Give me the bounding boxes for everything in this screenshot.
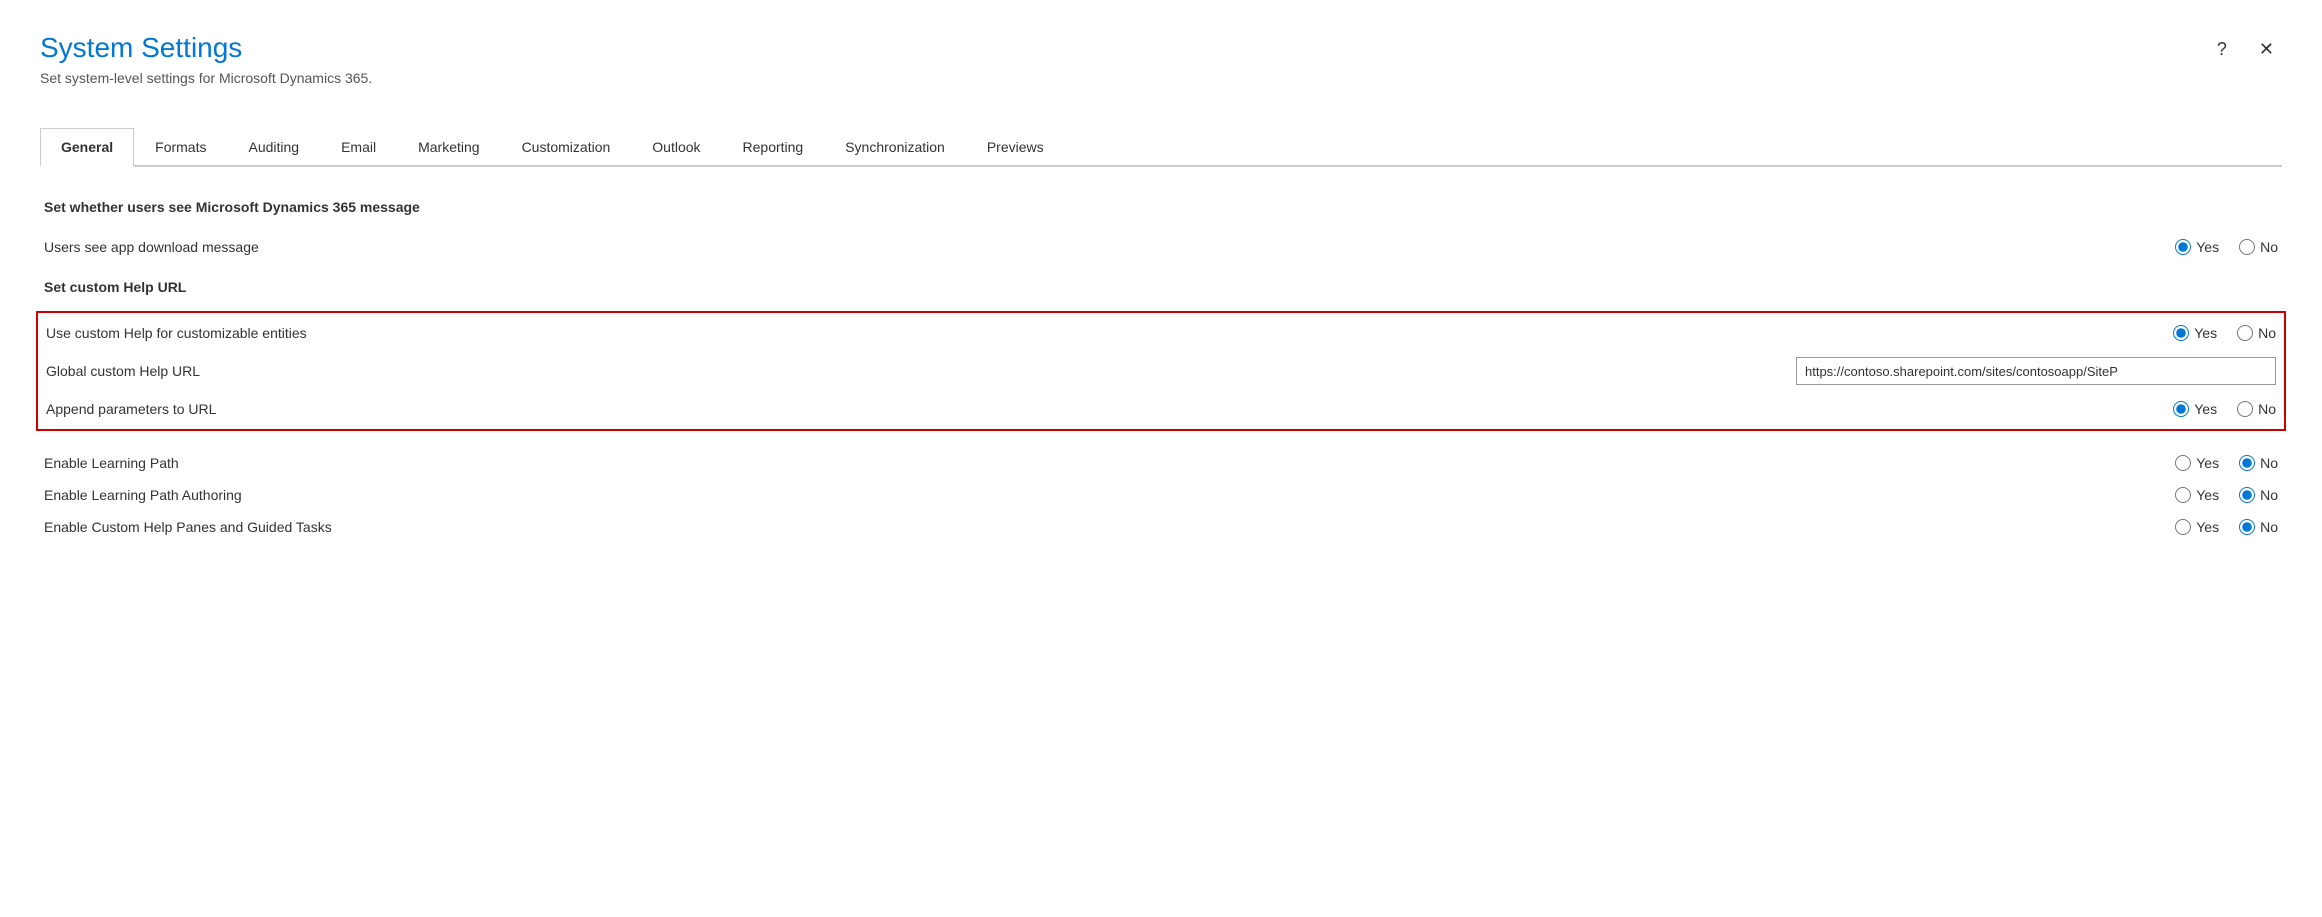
enable-learning-path-no-radio[interactable] <box>2239 455 2255 471</box>
enable-help-panes-no-radio[interactable] <box>2239 519 2255 535</box>
app-download-yes-label: Yes <box>2196 239 2219 255</box>
custom-help-url-section: Set custom Help URL Use custom Help for … <box>44 279 2278 431</box>
enable-learning-path-no-label: No <box>2260 455 2278 471</box>
global-help-url-input[interactable] <box>1796 357 2276 385</box>
tab-formats[interactable]: Formats <box>134 128 227 167</box>
tab-customization[interactable]: Customization <box>501 128 632 167</box>
use-custom-help-yes-radio[interactable] <box>2173 325 2189 341</box>
use-custom-help-radio-group: Yes No <box>2136 325 2276 341</box>
header-actions: ? ✕ <box>2209 32 2282 62</box>
append-params-label: Append parameters to URL <box>46 401 2136 417</box>
enable-lp-authoring-radio-group: Yes No <box>2138 487 2278 503</box>
enable-help-panes-yes-option[interactable]: Yes <box>2175 519 2219 535</box>
append-params-no-label: No <box>2258 401 2276 417</box>
tab-previews[interactable]: Previews <box>966 128 1065 167</box>
dialog-header: System Settings Set system-level setting… <box>40 32 2282 86</box>
enable-learning-path-radio-group: Yes No <box>2138 455 2278 471</box>
enable-lp-authoring-no-option[interactable]: No <box>2239 487 2278 503</box>
enable-learning-path-yes-radio[interactable] <box>2175 455 2191 471</box>
dialog-title: System Settings <box>40 32 372 64</box>
highlighted-section: Use custom Help for customizable entitie… <box>36 311 2286 431</box>
tab-reporting[interactable]: Reporting <box>722 128 825 167</box>
tab-marketing[interactable]: Marketing <box>397 128 500 167</box>
setting-row-use-custom-help: Use custom Help for customizable entitie… <box>46 317 2276 349</box>
custom-help-url-title: Set custom Help URL <box>44 279 2278 295</box>
use-custom-help-no-radio[interactable] <box>2237 325 2253 341</box>
setting-row-global-help-url: Global custom Help URL <box>46 349 2276 393</box>
enable-learning-path-yes-option[interactable]: Yes <box>2175 455 2219 471</box>
enable-learning-path-label: Enable Learning Path <box>44 455 2138 471</box>
append-params-no-radio[interactable] <box>2237 401 2253 417</box>
content-area: Set whether users see Microsoft Dynamics… <box>40 199 2282 543</box>
enable-help-panes-radio-group: Yes No <box>2138 519 2278 535</box>
use-custom-help-no-label: No <box>2258 325 2276 341</box>
header-left: System Settings Set system-level setting… <box>40 32 372 86</box>
use-custom-help-yes-label: Yes <box>2194 325 2217 341</box>
enable-lp-authoring-yes-label: Yes <box>2196 487 2219 503</box>
enable-help-panes-label: Enable Custom Help Panes and Guided Task… <box>44 519 2138 535</box>
setting-row-app-download: Users see app download message Yes No <box>44 231 2278 263</box>
spacer-1 <box>44 431 2278 447</box>
tab-general[interactable]: General <box>40 128 134 167</box>
tab-synchronization[interactable]: Synchronization <box>824 128 966 167</box>
close-button[interactable]: ✕ <box>2251 36 2282 62</box>
help-button[interactable]: ? <box>2209 36 2235 62</box>
enable-lp-authoring-label: Enable Learning Path Authoring <box>44 487 2138 503</box>
setting-row-append-params: Append parameters to URL Yes No <box>46 393 2276 425</box>
append-params-yes-label: Yes <box>2194 401 2217 417</box>
app-download-yes-option[interactable]: Yes <box>2175 239 2219 255</box>
enable-help-panes-yes-radio[interactable] <box>2175 519 2191 535</box>
learning-path-section: Enable Learning Path Yes No Enable Learn… <box>44 447 2278 543</box>
app-download-radio-group: Yes No <box>2138 239 2278 255</box>
setting-row-enable-lp-authoring: Enable Learning Path Authoring Yes No <box>44 479 2278 511</box>
app-download-label: Users see app download message <box>44 239 2138 255</box>
app-download-no-radio[interactable] <box>2239 239 2255 255</box>
enable-learning-path-yes-label: Yes <box>2196 455 2219 471</box>
global-help-url-label: Global custom Help URL <box>46 363 1676 379</box>
system-settings-dialog: System Settings Set system-level setting… <box>0 0 2322 917</box>
app-download-no-label: No <box>2260 239 2278 255</box>
dynamics-message-section: Set whether users see Microsoft Dynamics… <box>44 199 2278 263</box>
use-custom-help-label: Use custom Help for customizable entitie… <box>46 325 2136 341</box>
append-params-radio-group: Yes No <box>2136 401 2276 417</box>
append-params-no-option[interactable]: No <box>2237 401 2276 417</box>
enable-lp-authoring-yes-radio[interactable] <box>2175 487 2191 503</box>
tab-outlook[interactable]: Outlook <box>631 128 721 167</box>
use-custom-help-yes-option[interactable]: Yes <box>2173 325 2217 341</box>
enable-learning-path-no-option[interactable]: No <box>2239 455 2278 471</box>
tab-auditing[interactable]: Auditing <box>227 128 320 167</box>
dynamics-message-title: Set whether users see Microsoft Dynamics… <box>44 199 2278 215</box>
tabs-container: General Formats Auditing Email Marketing… <box>40 126 2282 167</box>
setting-row-enable-help-panes: Enable Custom Help Panes and Guided Task… <box>44 511 2278 543</box>
enable-help-panes-no-option[interactable]: No <box>2239 519 2278 535</box>
append-params-yes-option[interactable]: Yes <box>2173 401 2217 417</box>
app-download-no-option[interactable]: No <box>2239 239 2278 255</box>
dialog-subtitle: Set system-level settings for Microsoft … <box>40 70 372 86</box>
url-input-wrapper <box>1676 357 2276 385</box>
enable-lp-authoring-yes-option[interactable]: Yes <box>2175 487 2219 503</box>
enable-lp-authoring-no-radio[interactable] <box>2239 487 2255 503</box>
enable-help-panes-no-label: No <box>2260 519 2278 535</box>
enable-help-panes-yes-label: Yes <box>2196 519 2219 535</box>
enable-lp-authoring-no-label: No <box>2260 487 2278 503</box>
tab-email[interactable]: Email <box>320 128 397 167</box>
append-params-yes-radio[interactable] <box>2173 401 2189 417</box>
setting-row-enable-learning-path: Enable Learning Path Yes No <box>44 447 2278 479</box>
app-download-yes-radio[interactable] <box>2175 239 2191 255</box>
use-custom-help-no-option[interactable]: No <box>2237 325 2276 341</box>
